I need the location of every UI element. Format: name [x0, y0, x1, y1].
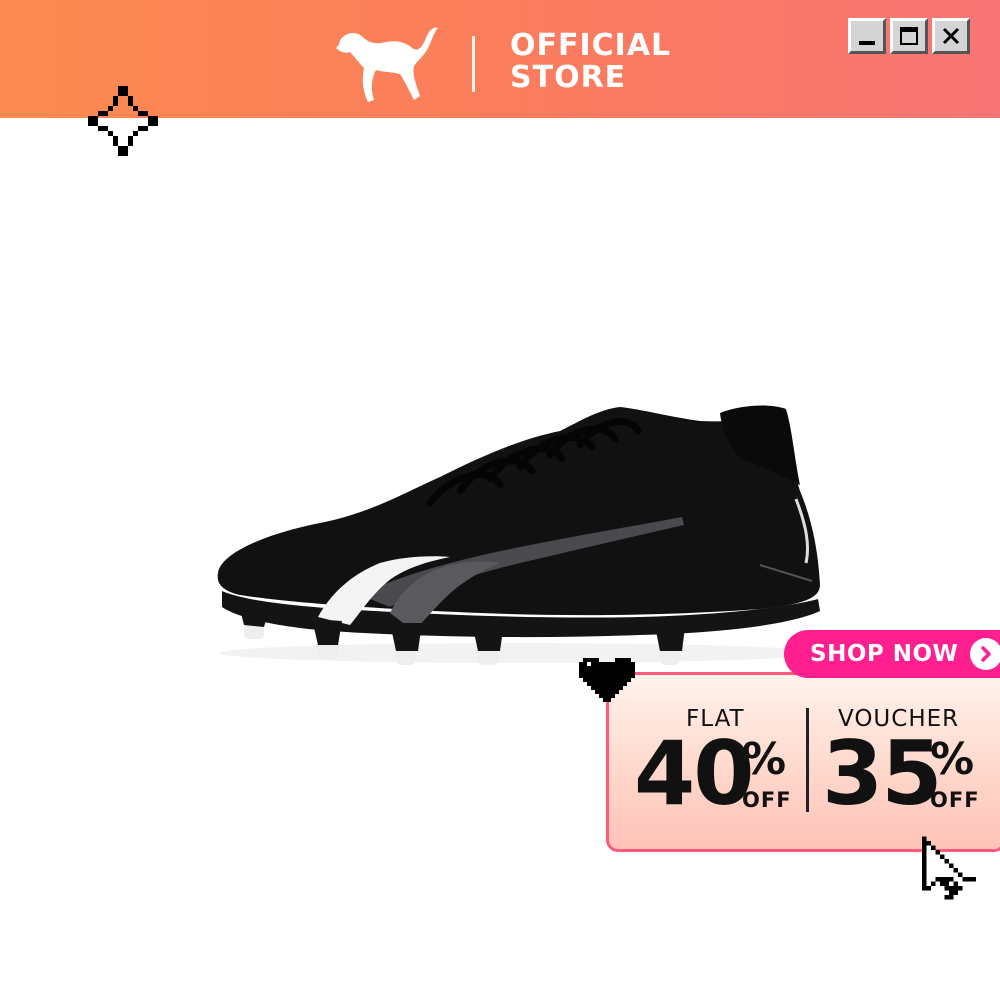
deal-2-unit: % — [930, 734, 975, 785]
minimize-icon — [859, 41, 875, 45]
puma-logo-icon — [336, 27, 438, 102]
header-divider — [472, 36, 475, 92]
maximize-icon — [900, 27, 918, 45]
heart-icon — [579, 658, 635, 702]
close-icon — [942, 27, 960, 45]
deal-1-unit: % — [742, 734, 787, 785]
window-controls — [848, 18, 970, 54]
deal-divider — [806, 708, 809, 812]
minimize-button[interactable] — [848, 18, 886, 54]
close-button[interactable] — [932, 18, 970, 54]
deal-1-suffix: OFF — [742, 788, 792, 812]
store-title-line1: OFFICIAL — [510, 28, 672, 63]
shop-now-button[interactable]: SHOP NOW — [784, 630, 1000, 678]
sparkle-icon — [88, 86, 158, 156]
store-title: OFFICIAL STORE — [510, 30, 671, 94]
product-image[interactable] — [200, 395, 830, 685]
deal-2-suffix: OFF — [930, 788, 980, 812]
shop-now-label: SHOP NOW — [810, 641, 959, 667]
deal-2-value: 35 — [822, 722, 942, 825]
deal-1-value: 40 — [634, 722, 754, 825]
store-title-line2: STORE — [510, 60, 627, 95]
chevron-right-icon — [970, 638, 1000, 670]
maximize-button[interactable] — [890, 18, 928, 54]
cursor-icon — [922, 836, 976, 900]
